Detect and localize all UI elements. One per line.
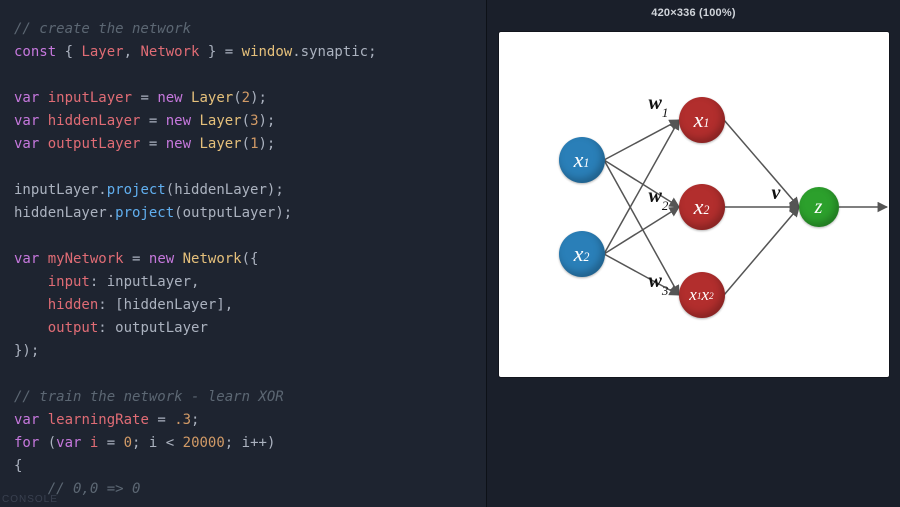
app-root: // create the network const { Layer, Net… bbox=[0, 0, 900, 507]
comment: // create the network bbox=[14, 21, 191, 37]
code-line: input: inputLayer, bbox=[14, 271, 486, 294]
code-line: var outputLayer = new Layer(1); bbox=[14, 133, 486, 156]
preview-stage: x1 x2 x1 x2 x1x2 z w1 w2 w3 v bbox=[487, 26, 900, 507]
code-line: for (var i = 0; i < 20000; i++) bbox=[14, 432, 486, 455]
code-line: // train the network - learn XOR bbox=[14, 386, 486, 409]
weight-label-w1: w1 bbox=[649, 92, 669, 118]
weight-label-w2: w2 bbox=[649, 185, 669, 211]
node-hidden-1: x1 bbox=[679, 97, 725, 143]
blank-line bbox=[14, 363, 486, 386]
code-line: const { Layer, Network } = window.synapt… bbox=[14, 41, 486, 64]
blank-line bbox=[14, 156, 486, 179]
preview-canvas[interactable]: x1 x2 x1 x2 x1x2 z w1 w2 w3 v bbox=[499, 32, 889, 377]
code-line: inputLayer.project(hiddenLayer); bbox=[14, 179, 486, 202]
code-line: var inputLayer = new Layer(2); bbox=[14, 87, 486, 110]
blank-line bbox=[14, 225, 486, 248]
code-line: var myNetwork = new Network({ bbox=[14, 248, 486, 271]
node-input-x2: x2 bbox=[559, 231, 605, 277]
code-line: // create the network bbox=[14, 18, 486, 41]
weight-label-v: v bbox=[772, 182, 781, 205]
blank-line bbox=[14, 64, 486, 87]
code-line: { bbox=[14, 455, 486, 478]
weight-label-w3: w3 bbox=[649, 270, 669, 296]
preview-pane: 420×336 (100%) bbox=[486, 0, 900, 507]
code-line: // 0,0 => 0 bbox=[14, 478, 486, 501]
node-hidden-3: x1x2 bbox=[679, 272, 725, 318]
code-line: hidden: [hiddenLayer], bbox=[14, 294, 486, 317]
comment: // train the network - learn XOR bbox=[14, 389, 284, 405]
code-line: output: outputLayer bbox=[14, 317, 486, 340]
code-line: var learningRate = .3; bbox=[14, 409, 486, 432]
node-output-z: z bbox=[799, 187, 839, 227]
code-editor[interactable]: // create the network const { Layer, Net… bbox=[0, 0, 486, 507]
code-line: var hiddenLayer = new Layer(3); bbox=[14, 110, 486, 133]
node-hidden-2: x2 bbox=[679, 184, 725, 230]
preview-dimensions-label: 420×336 (100%) bbox=[487, 0, 900, 26]
console-tab[interactable]: CONSOLE bbox=[2, 494, 58, 505]
code-line: hiddenLayer.project(outputLayer); bbox=[14, 202, 486, 225]
code-line: }); bbox=[14, 340, 486, 363]
node-input-x1: x1 bbox=[559, 137, 605, 183]
